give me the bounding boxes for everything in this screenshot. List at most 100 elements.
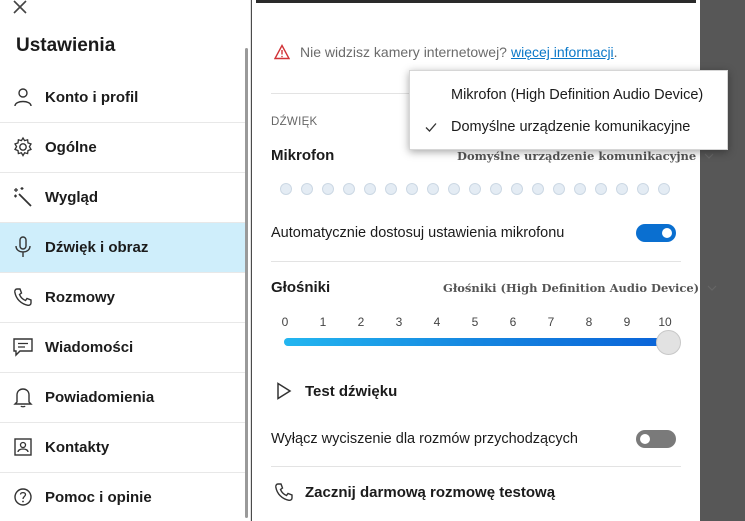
microphone-selected: Domyślne urządzenie komunikacyjne (457, 149, 697, 163)
test-sound-label: Test dźwięku (305, 382, 398, 400)
sidebar-scrollbar[interactable] (245, 48, 248, 518)
sidebar-item-label: Dźwięk i obraz (45, 239, 149, 256)
sidebar-item-notifications[interactable]: Powiadomienia (0, 373, 248, 423)
video-preview (256, 0, 696, 3)
sidebar-item-appearance[interactable]: Wygląd (0, 173, 248, 223)
person-icon (12, 86, 34, 108)
sidebar-item-label: Wygląd (45, 189, 99, 206)
volume-tick-label: 7 (547, 315, 555, 329)
speakers-title: Głośniki (271, 279, 331, 296)
sidebar-item-calls[interactable]: Rozmowy (0, 273, 248, 323)
auto-adjust-label: Automatycznie dostosuj ustawienia mikrof… (271, 225, 565, 241)
sidebar-item-label: Powiadomienia (45, 389, 155, 406)
bell-icon (12, 386, 34, 408)
sidebar-item-account[interactable]: Konto i profil (0, 73, 248, 123)
sidebar-title: Ustawienia (16, 35, 116, 56)
mic-level-dot (658, 183, 670, 195)
volume-tick-label: 6 (509, 315, 517, 329)
section-label-audio: DŹWIĘK (271, 116, 318, 128)
settings-sidebar: Ustawienia Konto i profil Ogólne Wygląd … (0, 0, 251, 521)
mic-level-dot (448, 183, 460, 195)
link-suffix: . (613, 44, 618, 60)
microphone-icon (12, 236, 34, 258)
mic-level-dot (553, 183, 565, 195)
mute-incoming-toggle[interactable] (636, 430, 676, 448)
volume-tick-label: 2 (357, 315, 365, 329)
mic-level-dot (406, 183, 418, 195)
mic-level-dot (385, 183, 397, 195)
gear-icon (12, 136, 34, 158)
menu-item-default-comm-device[interactable]: Domyślne urządzenie komunikacyjne (410, 111, 727, 143)
mic-level-dot (616, 183, 628, 195)
mic-level-dot (322, 183, 334, 195)
chevron-down-icon (704, 153, 714, 159)
checkmark-icon (425, 123, 437, 132)
mic-level-dot (511, 183, 523, 195)
mic-level-dot (595, 183, 607, 195)
volume-tick-label: 3 (395, 315, 403, 329)
sidebar-item-general[interactable]: Ogólne (0, 123, 248, 173)
volume-tick-label: 8 (585, 315, 593, 329)
menu-item-label: Domyślne urządzenie komunikacyjne (451, 119, 691, 135)
camera-warning: Nie widzisz kamery internetowej? więcej … (274, 44, 618, 60)
divider (271, 466, 681, 467)
volume-tick-label: 10 (658, 315, 672, 329)
mic-level-dot (469, 183, 481, 195)
close-button[interactable] (13, 0, 33, 16)
phone-icon (12, 286, 34, 308)
microphone-dropdown[interactable]: Domyślne urządzenie komunikacyjne (457, 149, 714, 163)
sidebar-item-help[interactable]: Pomoc i opinie (0, 473, 248, 521)
mic-level-dot (532, 183, 544, 195)
play-icon (274, 381, 294, 401)
sidebar-item-audio-video[interactable]: Dźwięk i obraz (0, 223, 248, 273)
mic-level-dot (364, 183, 376, 195)
sidebar-item-label: Pomoc i opinie (45, 489, 152, 506)
mic-level-dot (343, 183, 355, 195)
speakers-selected: Głośniki (High Definition Audio Device) (443, 281, 700, 295)
volume-tick-label: 0 (281, 315, 289, 329)
volume-slider-thumb[interactable] (656, 330, 681, 355)
warning-icon (274, 44, 290, 60)
more-info-link[interactable]: więcej informacji (511, 44, 614, 60)
microphone-title: Mikrofon (271, 147, 335, 164)
chevron-down-icon (707, 285, 717, 291)
mic-level-dot (490, 183, 502, 195)
mic-level-dot (301, 183, 313, 195)
magic-wand-icon (12, 186, 34, 208)
chat-icon (12, 336, 34, 358)
test-sound-button[interactable]: Test dźwięku (274, 381, 397, 401)
mic-level-dot (280, 183, 292, 195)
microphone-options-menu: Mikrofon (High Definition Audio Device) … (409, 70, 728, 150)
divider (271, 261, 681, 262)
speakers-dropdown[interactable]: Głośniki (High Definition Audio Device) (443, 281, 717, 295)
volume-tick-label: 9 (623, 315, 631, 329)
test-call-label: Zacznij darmową rozmowę testową (305, 483, 556, 501)
phone-icon (274, 482, 294, 502)
volume-tick-label: 1 (319, 315, 327, 329)
sidebar-item-label: Ogólne (45, 139, 97, 156)
auto-adjust-toggle[interactable] (636, 224, 676, 242)
sidebar-item-contacts[interactable]: Kontakty (0, 423, 248, 473)
camera-warning-text: Nie widzisz kamery internetowej? (300, 44, 507, 60)
help-icon (12, 486, 34, 508)
volume-slider-fill (284, 338, 668, 346)
volume-slider-track[interactable] (284, 338, 668, 346)
mic-level-dot (427, 183, 439, 195)
volume-scale: 0 1 2 3 4 5 6 7 8 9 10 (278, 315, 672, 331)
sidebar-item-messages[interactable]: Wiadomości (0, 323, 248, 373)
test-call-button[interactable]: Zacznij darmową rozmowę testową (274, 482, 555, 502)
menu-item-hd-audio-mic[interactable]: Mikrofon (High Definition Audio Device) (410, 79, 727, 111)
volume-tick-label: 4 (433, 315, 441, 329)
mute-incoming-label: Wyłącz wyciszenie dla rozmów przychodząc… (271, 431, 578, 447)
sidebar-item-label: Wiadomości (45, 339, 134, 356)
mic-level-dot (574, 183, 586, 195)
sidebar-item-label: Kontakty (45, 439, 110, 456)
volume-tick-label: 5 (471, 315, 479, 329)
settings-nav: Konto i profil Ogólne Wygląd Dźwięk i ob… (0, 73, 248, 521)
microphone-level-meter (280, 183, 679, 195)
sidebar-item-label: Konto i profil (45, 89, 139, 106)
mic-level-dot (637, 183, 649, 195)
sidebar-item-label: Rozmowy (45, 289, 116, 306)
contact-card-icon (12, 436, 34, 458)
menu-item-label: Mikrofon (High Definition Audio Device) (451, 87, 704, 103)
